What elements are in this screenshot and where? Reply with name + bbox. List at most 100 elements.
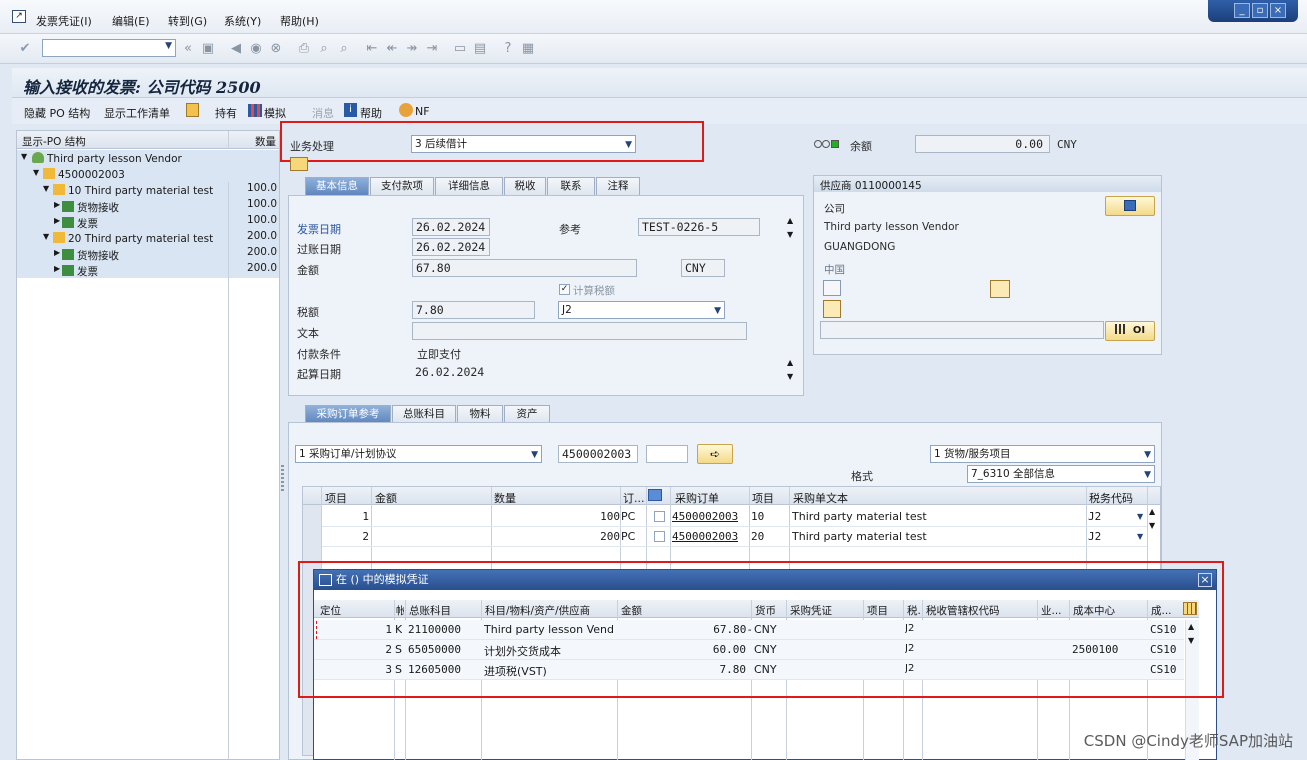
bank-icon[interactable]: [990, 280, 1010, 298]
menu-system[interactable]: 系统(Y): [224, 13, 261, 29]
calc-tax-checkbox[interactable]: ✓: [559, 284, 570, 295]
scroll-up-icon[interactable]: ▲: [787, 216, 793, 225]
messages-button[interactable]: 消息: [312, 105, 334, 121]
chevron-down-icon[interactable]: ▼: [1137, 512, 1143, 521]
vendor-detail-icon[interactable]: [823, 300, 841, 318]
command-field[interactable]: ▼: [42, 39, 176, 57]
menu-goto[interactable]: 转到(G): [168, 13, 207, 29]
splitter-handle[interactable]: [281, 465, 284, 491]
restore-icon[interactable]: ▫: [1252, 3, 1268, 18]
cell-po-link[interactable]: 4500002003: [672, 510, 738, 523]
expand-arrow-icon[interactable]: ▶: [54, 200, 60, 209]
save-icon[interactable]: ▣: [200, 41, 216, 57]
currency-field[interactable]: CNY: [681, 259, 725, 277]
last-page-icon[interactable]: ⇥: [424, 41, 440, 57]
item-type-select[interactable]: 1 货物/服务项目 ▼: [930, 445, 1155, 463]
cell-po-link[interactable]: 4500002003: [672, 530, 738, 543]
layout-icon[interactable]: ▦: [520, 41, 536, 57]
tree-node-item-10[interactable]: ▼ 10 Third party material test 100.0: [17, 182, 279, 198]
new-session-icon[interactable]: ▭: [452, 41, 468, 57]
po-grid-scrollbar[interactable]: ▲ ▼: [1148, 505, 1160, 565]
basic-scrollbar[interactable]: ▲ ▼ ▲ ▼: [786, 216, 798, 386]
minimize-icon[interactable]: _: [1234, 3, 1250, 18]
scroll-up-icon[interactable]: ▲: [1149, 507, 1155, 516]
layout-select[interactable]: 7_6310 全部信息 ▼: [967, 465, 1155, 483]
expand-arrow-icon[interactable]: ▶: [54, 248, 60, 257]
tab-contact[interactable]: 联系: [547, 177, 595, 195]
tree-node-gr-20[interactable]: ▶ 货物接收 200.0: [17, 246, 279, 262]
tab-details[interactable]: 详细信息: [435, 177, 503, 195]
ref-type-select[interactable]: 1 采购订单/计划协议 ▼: [295, 445, 542, 463]
menu-help[interactable]: 帮助(H): [280, 13, 319, 29]
table-row[interactable]: 1 100 PC 4500002003 10 Third party mater…: [322, 507, 1147, 527]
expand-arrow-icon[interactable]: ▼: [21, 152, 27, 161]
scroll-up-icon[interactable]: ▲: [787, 358, 793, 367]
exit-icon[interactable]: ◉: [248, 41, 264, 57]
enter-check-icon[interactable]: ✔: [17, 41, 33, 57]
expand-arrow-icon[interactable]: ▶: [54, 264, 60, 273]
tree-node-gr-10[interactable]: ▶ 货物接收 100.0: [17, 198, 279, 214]
print-icon[interactable]: ⎙: [296, 41, 312, 57]
tab-tax[interactable]: 税收: [504, 177, 546, 195]
invoice-date-field[interactable]: 26.02.2024: [412, 218, 490, 236]
scroll-down-icon[interactable]: ▼: [1149, 521, 1155, 530]
next-page-icon[interactable]: ↠: [404, 41, 420, 57]
expand-arrow-icon[interactable]: ▼: [33, 168, 39, 177]
tree-node-item-20[interactable]: ▼ 20 Third party material test 200.0: [17, 230, 279, 246]
expand-arrow-icon[interactable]: ▶: [54, 216, 60, 225]
first-page-icon[interactable]: ⇤: [364, 41, 380, 57]
tab-payment[interactable]: 支付款项: [370, 177, 434, 195]
clipboard-icon[interactable]: [186, 103, 199, 117]
show-worklist-button[interactable]: 显示工作清单: [104, 105, 170, 121]
nf-button[interactable]: NF: [415, 105, 430, 118]
tab-note[interactable]: 注释: [596, 177, 640, 195]
layout-toggle-icon[interactable]: [290, 157, 308, 171]
tab-asset[interactable]: 资产: [504, 405, 550, 423]
close-icon[interactable]: ×: [1270, 3, 1286, 18]
tree-node-inv-10[interactable]: ▶ 发票 100.0: [17, 214, 279, 230]
scroll-down-icon[interactable]: ▼: [787, 372, 793, 381]
vendor-search-field[interactable]: [820, 321, 1104, 339]
tree-node-po[interactable]: ▼ 4500002003: [17, 166, 279, 182]
po-assign-button[interactable]: ➪: [697, 444, 733, 464]
prev-page-icon[interactable]: ↞: [384, 41, 400, 57]
tab-basic[interactable]: 基本信息: [305, 177, 369, 195]
tab-material[interactable]: 物料: [457, 405, 503, 423]
help-icon[interactable]: ?: [500, 41, 516, 57]
row-checkbox[interactable]: [654, 531, 665, 542]
table-row[interactable]: 2 200 PC 4500002003 20 Third party mater…: [322, 527, 1147, 547]
simulate-button[interactable]: 模拟: [264, 105, 286, 121]
tree-node-inv-20[interactable]: ▶ 发票 200.0: [17, 262, 279, 278]
amount-field[interactable]: 67.80: [412, 259, 637, 277]
hold-button[interactable]: 持有: [215, 105, 237, 121]
row-checkbox[interactable]: [654, 511, 665, 522]
back-icon[interactable]: ◀: [228, 41, 244, 57]
filter-check-icon[interactable]: [648, 489, 662, 501]
open-items-button[interactable]: OI: [1105, 321, 1155, 341]
scroll-down-icon[interactable]: ▼: [787, 230, 793, 239]
text-field[interactable]: [412, 322, 747, 340]
menu-invoice[interactable]: 发票凭证(I): [36, 13, 92, 29]
tab-po-reference[interactable]: 采购订单参考: [305, 405, 391, 423]
expand-arrow-icon[interactable]: ▼: [43, 232, 49, 241]
chevron-down-icon[interactable]: ▼: [1137, 532, 1143, 541]
tax-code-select[interactable]: J2 ▼: [558, 301, 725, 319]
help-button[interactable]: 帮助: [360, 105, 382, 121]
find-icon[interactable]: ⌕: [316, 41, 332, 57]
tree-node-vendor[interactable]: ▼ Third party lesson Vendor: [17, 150, 279, 166]
shortcut-icon[interactable]: ▤: [472, 41, 488, 57]
tax-field[interactable]: 7.80: [412, 301, 535, 319]
expand-arrow-icon[interactable]: ▼: [43, 184, 49, 193]
posting-date-field[interactable]: 26.02.2024: [412, 238, 490, 256]
reference-field[interactable]: TEST-0226-5: [638, 218, 760, 236]
hide-po-structure-button[interactable]: 隐藏 PO 结构: [24, 105, 90, 121]
find-next-icon[interactable]: ⌕: [336, 41, 352, 57]
tab-gl-account[interactable]: 总账科目: [392, 405, 456, 423]
po-item-field[interactable]: [646, 445, 688, 463]
address-icon[interactable]: [823, 280, 841, 296]
menu-edit[interactable]: 编辑(E): [112, 13, 150, 29]
window-menu-icon[interactable]: ↗: [12, 10, 26, 23]
cancel-icon[interactable]: ⊗: [268, 41, 284, 57]
vendor-edit-button[interactable]: [1105, 196, 1155, 216]
po-number-field[interactable]: 4500002003: [558, 445, 638, 463]
